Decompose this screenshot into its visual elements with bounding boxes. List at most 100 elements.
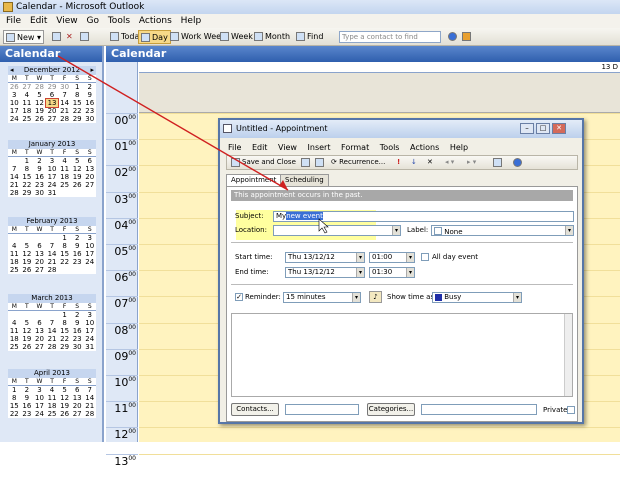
day-cell[interactable]: 2	[71, 234, 84, 242]
day-cell[interactable]: 9	[21, 394, 34, 402]
day-cell[interactable]: 13	[33, 327, 46, 335]
day-cell[interactable]: 21	[46, 335, 59, 343]
day-cell[interactable]: 1	[58, 234, 71, 242]
day-cell[interactable]: 3	[8, 91, 21, 99]
day-cell[interactable]: 8	[71, 91, 84, 99]
day-cell[interactable]: 19	[21, 335, 34, 343]
delete-icon[interactable]: ✕	[427, 156, 433, 169]
day-cell[interactable]	[71, 266, 84, 274]
day-cell[interactable]: 21	[8, 181, 21, 189]
day-cell[interactable]: 3	[46, 157, 59, 165]
day-cell[interactable]: 12	[33, 99, 46, 107]
dialog-menu-view[interactable]: View	[278, 142, 297, 154]
day-cell[interactable]: 15	[71, 99, 84, 107]
day-cell[interactable]: 18	[46, 402, 59, 410]
day-cell[interactable]: 30	[58, 83, 71, 91]
day-cell[interactable]: 28	[83, 410, 96, 418]
day-cell[interactable]	[83, 189, 96, 197]
categories-field[interactable]	[421, 404, 537, 415]
day-cell[interactable]: 13	[71, 394, 84, 402]
day-cell[interactable]: 24	[46, 181, 59, 189]
find-button[interactable]: Find	[294, 30, 325, 44]
day-cell[interactable]: 31	[83, 343, 96, 351]
day-cell[interactable]: 20	[83, 173, 96, 181]
week-button[interactable]: Week	[218, 30, 255, 44]
day-cell[interactable]: 16	[71, 327, 84, 335]
high-importance-icon[interactable]: !	[397, 156, 400, 169]
day-cell[interactable]	[33, 234, 46, 242]
low-importance-icon[interactable]: ↓	[411, 156, 417, 169]
day-cell[interactable]: 1	[8, 386, 21, 394]
close-button[interactable]: ✕	[552, 123, 566, 134]
all-day-checkbox[interactable]	[421, 253, 429, 261]
day-view-button[interactable]: Day	[138, 30, 171, 44]
day-cell[interactable]: 25	[8, 343, 21, 351]
previous-item-icon[interactable]: ◂ ▾	[445, 156, 454, 169]
day-cell[interactable]	[8, 311, 21, 319]
tab-scheduling[interactable]: Scheduling	[280, 174, 329, 186]
day-cell[interactable]: 5	[21, 242, 34, 250]
day-cell[interactable]: 17	[83, 250, 96, 258]
reminder-select[interactable]: 15 minutes ▾	[283, 292, 361, 303]
day-cell[interactable]: 23	[33, 181, 46, 189]
day-cell[interactable]: 19	[33, 107, 46, 115]
day-cell[interactable]	[8, 157, 21, 165]
day-cell[interactable]: 26	[21, 266, 34, 274]
day-cell[interactable]: 2	[83, 83, 96, 91]
day-cell[interactable]: 6	[83, 157, 96, 165]
private-checkbox[interactable]	[567, 406, 575, 414]
day-cell[interactable]: 6	[33, 242, 46, 250]
day-cell[interactable]: 3	[83, 234, 96, 242]
day-cell[interactable]: 25	[46, 410, 59, 418]
day-cell[interactable]: 2	[33, 157, 46, 165]
menu-go[interactable]: Go	[86, 14, 98, 28]
day-cell[interactable]: 17	[83, 327, 96, 335]
day-cell[interactable]: 18	[8, 258, 21, 266]
day-cell[interactable]: 11	[46, 394, 59, 402]
notes-scrollbar[interactable]	[564, 314, 572, 396]
contacts-button[interactable]: Contacts...	[231, 403, 279, 416]
day-cell[interactable]: 12	[71, 165, 84, 173]
day-cell[interactable]: 28	[46, 266, 59, 274]
dialog-menu-help[interactable]: Help	[450, 142, 468, 154]
dialog-menu-format[interactable]: Format	[341, 142, 369, 154]
day-cell[interactable]: 11	[21, 99, 34, 107]
contacts-field[interactable]	[285, 404, 359, 415]
menu-file[interactable]: File	[6, 14, 21, 28]
day-cell[interactable]: 5	[33, 91, 46, 99]
day-cell[interactable]: 27	[21, 83, 34, 91]
day-cell[interactable]: 9	[33, 165, 46, 173]
day-cell[interactable]: 22	[58, 335, 71, 343]
day-cell[interactable]: 2	[71, 311, 84, 319]
day-cell[interactable]: 20	[71, 402, 84, 410]
day-cell[interactable]	[83, 266, 96, 274]
day-cell[interactable]: 19	[21, 258, 34, 266]
day-cell[interactable]	[21, 234, 34, 242]
day-cell[interactable]: 31	[46, 189, 59, 197]
forward-icon[interactable]	[493, 158, 502, 167]
prev-month-icon[interactable]: ◂	[10, 66, 14, 75]
day-cell[interactable]: 29	[21, 189, 34, 197]
day-cell[interactable]: 11	[8, 250, 21, 258]
menu-help[interactable]: Help	[181, 14, 202, 28]
end-date-field[interactable]: Thu 13/12/12 ▾	[285, 267, 365, 278]
recurrence-button[interactable]: ⟳ Recurrence...	[331, 156, 385, 169]
day-cell[interactable]: 1	[58, 311, 71, 319]
show-time-as-select[interactable]: Busy ▾	[432, 292, 522, 303]
end-time-dropdown-icon[interactable]: ▾	[406, 268, 414, 277]
day-cell[interactable]: 26	[21, 343, 34, 351]
day-cell[interactable]: 27	[71, 410, 84, 418]
day-cell[interactable]: 30	[33, 189, 46, 197]
day-cell[interactable]: 14	[46, 250, 59, 258]
day-cell[interactable]: 30	[71, 343, 84, 351]
print-icon[interactable]	[301, 158, 310, 167]
day-cell[interactable]: 17	[46, 173, 59, 181]
day-cell[interactable]: 4	[8, 242, 21, 250]
contact-search-input[interactable]: Type a contact to find	[339, 31, 441, 43]
day-cell[interactable]: 10	[46, 165, 59, 173]
day-cell[interactable]: 26	[33, 115, 46, 123]
day-cell[interactable]: 5	[58, 386, 71, 394]
day-cell[interactable]: 12	[58, 394, 71, 402]
day-cell[interactable]: 12	[21, 327, 34, 335]
day-cell[interactable]: 16	[83, 99, 96, 107]
